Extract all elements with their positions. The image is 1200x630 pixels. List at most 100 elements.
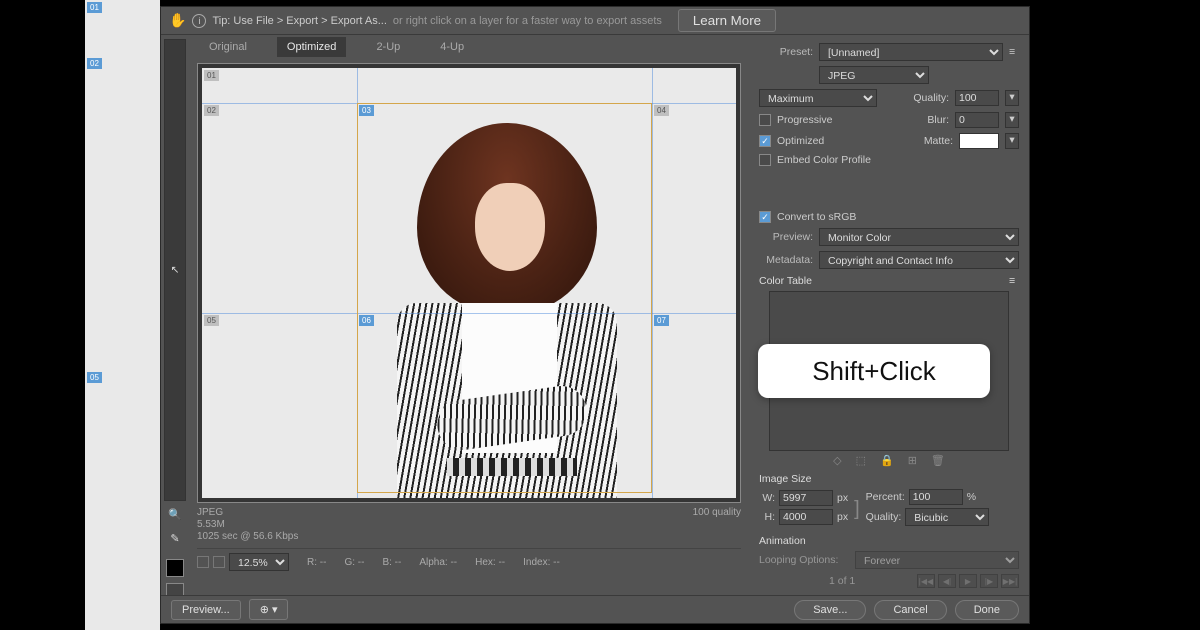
slice-label-04: 04	[654, 105, 669, 116]
readout-hex: Hex: --	[475, 557, 505, 568]
slice-label-01: 01	[204, 70, 219, 81]
convert-srgb-checkbox[interactable]: ✓	[759, 211, 771, 223]
preview-label: Preview:	[759, 231, 813, 243]
info-timing: 1025 sec @ 56.6 Kbps	[197, 531, 298, 542]
looping-label: Looping Options:	[759, 554, 849, 566]
ct-icon-2[interactable]: ⬚	[856, 454, 866, 467]
metadata-label: Metadata:	[759, 254, 813, 266]
pointer-tool-icon[interactable]: ↖	[164, 39, 186, 501]
tip-bar: ✋ i Tip: Use File > Export > Export As..…	[161, 7, 1029, 35]
zoom-single-icon[interactable]	[213, 556, 225, 568]
preview-tabs: Original Optimized 2-Up 4-Up	[189, 35, 749, 59]
ct-new-icon[interactable]: ⊞	[908, 454, 917, 467]
zoom-grid-icon[interactable]	[197, 556, 209, 568]
link-dimensions-icon[interactable]: ]	[854, 498, 860, 521]
readout-b: B: --	[382, 557, 401, 568]
learn-more-button[interactable]: Learn More	[678, 9, 776, 32]
compression-select[interactable]: Maximum	[759, 89, 877, 107]
preview-button[interactable]: Preview...	[171, 600, 241, 620]
last-frame-button: ▶▶|	[1001, 574, 1019, 588]
readout-r: R: --	[307, 557, 326, 568]
percent-input[interactable]	[909, 489, 963, 505]
height-input[interactable]	[779, 509, 833, 525]
next-frame-button: |▶	[980, 574, 998, 588]
shortcut-callout: Shift+Click	[758, 344, 990, 398]
info-filesize: 5.53M	[197, 519, 298, 530]
optimized-checkbox[interactable]: ✓	[759, 135, 771, 147]
eyedropper-tool-icon[interactable]: ✎	[164, 527, 186, 549]
save-button[interactable]: Save...	[794, 600, 866, 620]
slice-label-06: 06	[359, 315, 374, 326]
looping-select: Forever	[855, 551, 1019, 569]
tool-column: ↖ 🔍 ✎	[161, 35, 189, 597]
color-table-label: Color Table	[759, 275, 812, 287]
quality-input[interactable]	[955, 90, 999, 106]
readout-index: Index: --	[523, 557, 560, 568]
dialog-footer: Preview... ⊕ ▾ Save... Cancel Done	[161, 595, 1029, 623]
blur-label: Blur:	[927, 114, 949, 126]
save-for-web-dialog: ✋ i Tip: Use File > Export > Export As..…	[160, 6, 1030, 624]
matte-swatch[interactable]	[959, 133, 999, 149]
embed-profile-checkbox[interactable]	[759, 154, 771, 166]
tab-original[interactable]: Original	[199, 37, 257, 57]
bg-slice-02: 02	[87, 58, 102, 69]
bg-slice-05: 05	[87, 372, 102, 383]
slice-label-02: 02	[204, 105, 219, 116]
zoom-tool-icon[interactable]: 🔍	[164, 503, 186, 525]
width-input[interactable]	[779, 490, 833, 506]
metadata-select[interactable]: Copyright and Contact Info	[819, 251, 1019, 269]
slice-label-03: 03	[359, 105, 374, 116]
progressive-checkbox[interactable]	[759, 114, 771, 126]
ct-trash-icon[interactable]: 🗑	[931, 454, 945, 467]
image-size-label: Image Size	[759, 473, 1019, 485]
bg-slice-01: 01	[87, 2, 102, 13]
blur-input[interactable]	[955, 112, 999, 128]
frame-count: 1 of 1	[829, 575, 855, 587]
matte-label: Matte:	[924, 135, 953, 147]
hand-tool-icon[interactable]: ✋	[169, 12, 186, 29]
tab-optimized[interactable]: Optimized	[277, 37, 347, 57]
play-button: ▶	[959, 574, 977, 588]
done-button[interactable]: Done	[955, 600, 1019, 620]
browser-preview-button[interactable]: ⊕ ▾	[249, 599, 289, 620]
tab-2up[interactable]: 2-Up	[366, 37, 410, 57]
preview-canvas[interactable]: 01 02 03 04 05 06 07	[202, 68, 736, 498]
quality-dropdown-icon[interactable]: ▾	[1005, 90, 1019, 106]
embed-profile-label: Embed Color Profile	[777, 154, 871, 166]
tip-suffix: or right click on a layer for a faster w…	[393, 15, 662, 27]
preset-label: Preset:	[759, 46, 813, 58]
readout-alpha: Alpha: --	[419, 557, 457, 568]
info-format: JPEG	[197, 507, 298, 518]
ct-icon-1[interactable]: ◇	[833, 454, 841, 467]
info-icon: i	[192, 14, 206, 28]
first-frame-button: |◀◀	[917, 574, 935, 588]
ct-lock-icon[interactable]: 🔒	[880, 454, 894, 467]
slice-label-07: 07	[654, 315, 669, 326]
color-table-menu-icon[interactable]	[1009, 275, 1019, 287]
preview-canvas-frame: 01 02 03 04 05 06 07	[197, 63, 741, 503]
format-select[interactable]: JPEG	[819, 66, 929, 84]
background-canvas: 01 02 05	[85, 0, 160, 630]
matte-dropdown-icon[interactable]: ▾	[1005, 133, 1019, 149]
tip-prefix: Tip: Use File > Export > Export As...	[212, 15, 386, 27]
info-quality: 100 quality	[693, 507, 741, 542]
settings-panel: Preset: [Unnamed] JPEG Maximum Quality: …	[749, 35, 1029, 597]
preview-select[interactable]: Monitor Color	[819, 228, 1019, 246]
foreground-swatch[interactable]	[166, 559, 184, 577]
progressive-label: Progressive	[777, 114, 832, 126]
zoom-select[interactable]: 12.5%	[229, 553, 289, 571]
quality-label: Quality:	[913, 92, 949, 104]
readout-g: G: --	[344, 557, 364, 568]
prev-frame-button: ◀|	[938, 574, 956, 588]
selected-slice-outline	[357, 103, 652, 493]
convert-srgb-label: Convert to sRGB	[777, 211, 856, 223]
resample-select[interactable]: Bicubic	[905, 508, 989, 526]
preset-select[interactable]: [Unnamed]	[819, 43, 1003, 61]
tab-4up[interactable]: 4-Up	[430, 37, 474, 57]
preset-menu-icon[interactable]	[1009, 46, 1019, 58]
blur-dropdown-icon[interactable]: ▾	[1005, 112, 1019, 128]
slice-label-05: 05	[204, 315, 219, 326]
optimized-label: Optimized	[777, 135, 824, 147]
animation-label: Animation	[759, 535, 1019, 547]
cancel-button[interactable]: Cancel	[874, 600, 946, 620]
